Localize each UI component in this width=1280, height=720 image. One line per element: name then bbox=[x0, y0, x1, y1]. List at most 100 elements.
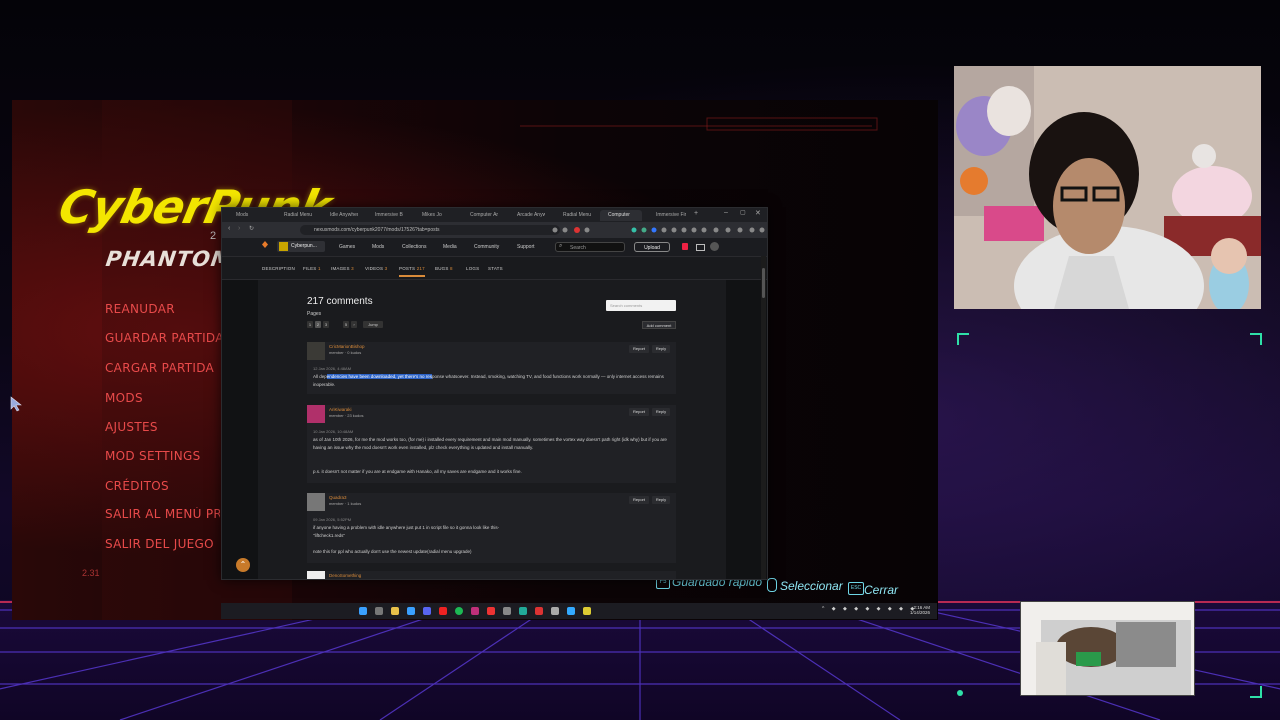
tab-8[interactable]: Radial Menu U bbox=[555, 210, 591, 221]
tab-videos[interactable]: VIDEOS 3 bbox=[365, 266, 387, 271]
game-selector[interactable]: Cyberpun... bbox=[277, 241, 325, 252]
scrollbar-thumb[interactable] bbox=[762, 268, 765, 298]
menu-item-salir-menu[interactable]: SALIR AL MENÚ PRINCIPAL bbox=[105, 507, 220, 521]
report-button[interactable]: Report bbox=[629, 496, 649, 504]
tab-active[interactable]: Computer bbox=[600, 210, 642, 221]
comment-username[interactable]: DenoSomething bbox=[329, 573, 361, 578]
nav-games[interactable]: Games bbox=[339, 244, 355, 250]
tab-7[interactable]: Arcade Anywh bbox=[509, 210, 545, 221]
comment-role: member · 23 kudos bbox=[329, 413, 364, 418]
nav-collections[interactable]: Collections bbox=[402, 244, 426, 250]
avatar[interactable] bbox=[307, 405, 325, 423]
messages-icon[interactable] bbox=[696, 244, 705, 251]
comment-text-ps: p.s. it doesn't not matter if you are at… bbox=[313, 469, 522, 474]
scroll-top-icon[interactable]: ⌃ bbox=[236, 558, 250, 572]
scrollbar[interactable] bbox=[761, 256, 766, 579]
menu-item-ajustes[interactable]: AJUSTES bbox=[105, 420, 158, 434]
game-thumb-icon bbox=[279, 242, 288, 251]
comment-code: "liftcheck1.reds" bbox=[313, 533, 345, 538]
tab-images[interactable]: IMAGES 3 bbox=[331, 266, 354, 271]
app-icon[interactable] bbox=[407, 607, 415, 615]
jump-select[interactable]: Jump bbox=[363, 321, 383, 328]
clock[interactable]: 2:16 AM 1/14/2026 bbox=[908, 605, 930, 615]
maximize-icon[interactable]: ▢ bbox=[740, 209, 746, 216]
menu-item-cargar[interactable]: CARGAR PARTIDA bbox=[105, 361, 214, 375]
tab-posts[interactable]: POSTS 217 bbox=[399, 266, 425, 277]
page-3[interactable]: 3 bbox=[323, 321, 329, 328]
spotify-icon[interactable] bbox=[455, 607, 463, 615]
app-icon[interactable] bbox=[503, 607, 511, 615]
page-5[interactable]: 5 bbox=[343, 321, 349, 328]
reply-button[interactable]: Reply bbox=[652, 496, 670, 504]
avatar[interactable] bbox=[307, 493, 325, 511]
tab-3[interactable]: Idle Anywher bbox=[322, 210, 358, 221]
app-icon[interactable] bbox=[519, 607, 527, 615]
forward-icon[interactable]: › bbox=[238, 225, 240, 232]
tab-bugs[interactable]: BUGS 8 bbox=[435, 266, 453, 271]
tab-10[interactable]: Immersive Fir bbox=[648, 210, 686, 221]
nav-community[interactable]: Community bbox=[474, 244, 499, 250]
upload-button[interactable]: Upload bbox=[634, 242, 670, 252]
url-input[interactable]: nexusmods.com/cyberpunk2077/mods/17526?t… bbox=[300, 225, 560, 235]
app-icon[interactable] bbox=[535, 607, 543, 615]
tab-description[interactable]: DESCRIPTION bbox=[262, 266, 295, 271]
report-button[interactable]: Report bbox=[629, 408, 649, 416]
tab-stats[interactable]: STATS bbox=[488, 266, 503, 271]
nav-media[interactable]: Media bbox=[443, 244, 457, 250]
next-page-icon[interactable]: › bbox=[351, 321, 357, 328]
tab-1[interactable]: Mods bbox=[228, 210, 264, 221]
reply-button[interactable]: Reply bbox=[652, 345, 670, 353]
avatar[interactable] bbox=[307, 571, 325, 579]
comment-card: Quadra3 member · 1 kudos Report Reply 09… bbox=[307, 493, 676, 563]
page-1[interactable]: 1 bbox=[307, 321, 313, 328]
frame-corner bbox=[957, 333, 969, 345]
back-icon[interactable]: ‹ bbox=[228, 225, 230, 232]
mouse-icon bbox=[767, 578, 777, 592]
nav-mods[interactable]: Mods bbox=[372, 244, 384, 250]
comment-username[interactable]: AriKiwaraki bbox=[329, 407, 352, 412]
close-window-icon[interactable]: ✕ bbox=[755, 209, 761, 217]
menu-item-salir-juego[interactable]: SALIR DEL JUEGO bbox=[105, 537, 214, 551]
app-icon[interactable] bbox=[471, 607, 479, 615]
start-icon[interactable] bbox=[359, 607, 367, 615]
discord-icon[interactable] bbox=[423, 607, 431, 615]
site-search-input[interactable]: Search bbox=[555, 242, 625, 252]
notification-icon[interactable] bbox=[682, 243, 688, 250]
status-dot bbox=[957, 690, 963, 696]
tray-icons[interactable]: ^ ◆ ◆ ◆ ◆ ◆ ◆ ◆ ◆ bbox=[822, 606, 917, 612]
menu-item-creditos[interactable]: CRÉDITOS bbox=[105, 479, 169, 493]
new-tab-icon[interactable]: + bbox=[694, 210, 698, 217]
comment-username[interactable]: CricMarionBishop bbox=[329, 344, 365, 349]
app-icon[interactable] bbox=[551, 607, 559, 615]
avatar[interactable] bbox=[307, 342, 325, 360]
tab-files[interactable]: FILES 1 bbox=[303, 266, 321, 271]
menu-item-mods[interactable]: MODS bbox=[105, 391, 143, 405]
menu-item-reanudar[interactable]: REANUDAR bbox=[105, 302, 175, 316]
report-button[interactable]: Report bbox=[629, 345, 649, 353]
menu-item-mod-settings[interactable]: MOD SETTINGS bbox=[105, 449, 201, 463]
avatar[interactable] bbox=[710, 242, 719, 251]
pages-label: Pages bbox=[307, 311, 322, 317]
tab-4[interactable]: Immersive Bar bbox=[367, 210, 403, 221]
reload-icon[interactable]: ↻ bbox=[249, 225, 254, 232]
page-2[interactable]: 2 bbox=[315, 321, 321, 328]
menu-item-guardar[interactable]: GUARDAR PARTIDA bbox=[105, 331, 224, 345]
comment-username[interactable]: Quadra3 bbox=[329, 495, 347, 500]
file-explorer-icon[interactable] bbox=[391, 607, 399, 615]
app-icon[interactable] bbox=[583, 607, 591, 615]
webcam-feed bbox=[954, 66, 1261, 309]
comment-search-input[interactable]: Search comments bbox=[606, 300, 676, 311]
app-icon[interactable] bbox=[487, 607, 495, 615]
nav-support[interactable]: Support bbox=[517, 244, 535, 250]
add-comment-button[interactable]: Add comment bbox=[642, 321, 676, 329]
minimize-icon[interactable]: – bbox=[724, 209, 728, 216]
search-icon[interactable] bbox=[375, 607, 383, 615]
tab-2[interactable]: Radial Menu U bbox=[276, 210, 312, 221]
app-icon[interactable] bbox=[567, 607, 575, 615]
tab-6[interactable]: Computer Any bbox=[462, 210, 498, 221]
reply-button[interactable]: Reply bbox=[652, 408, 670, 416]
tab-5[interactable]: Mikes Jo bbox=[414, 210, 450, 221]
extension-icons[interactable] bbox=[550, 225, 765, 235]
brave-icon[interactable] bbox=[439, 607, 447, 615]
tab-logs[interactable]: LOGS bbox=[466, 266, 479, 271]
